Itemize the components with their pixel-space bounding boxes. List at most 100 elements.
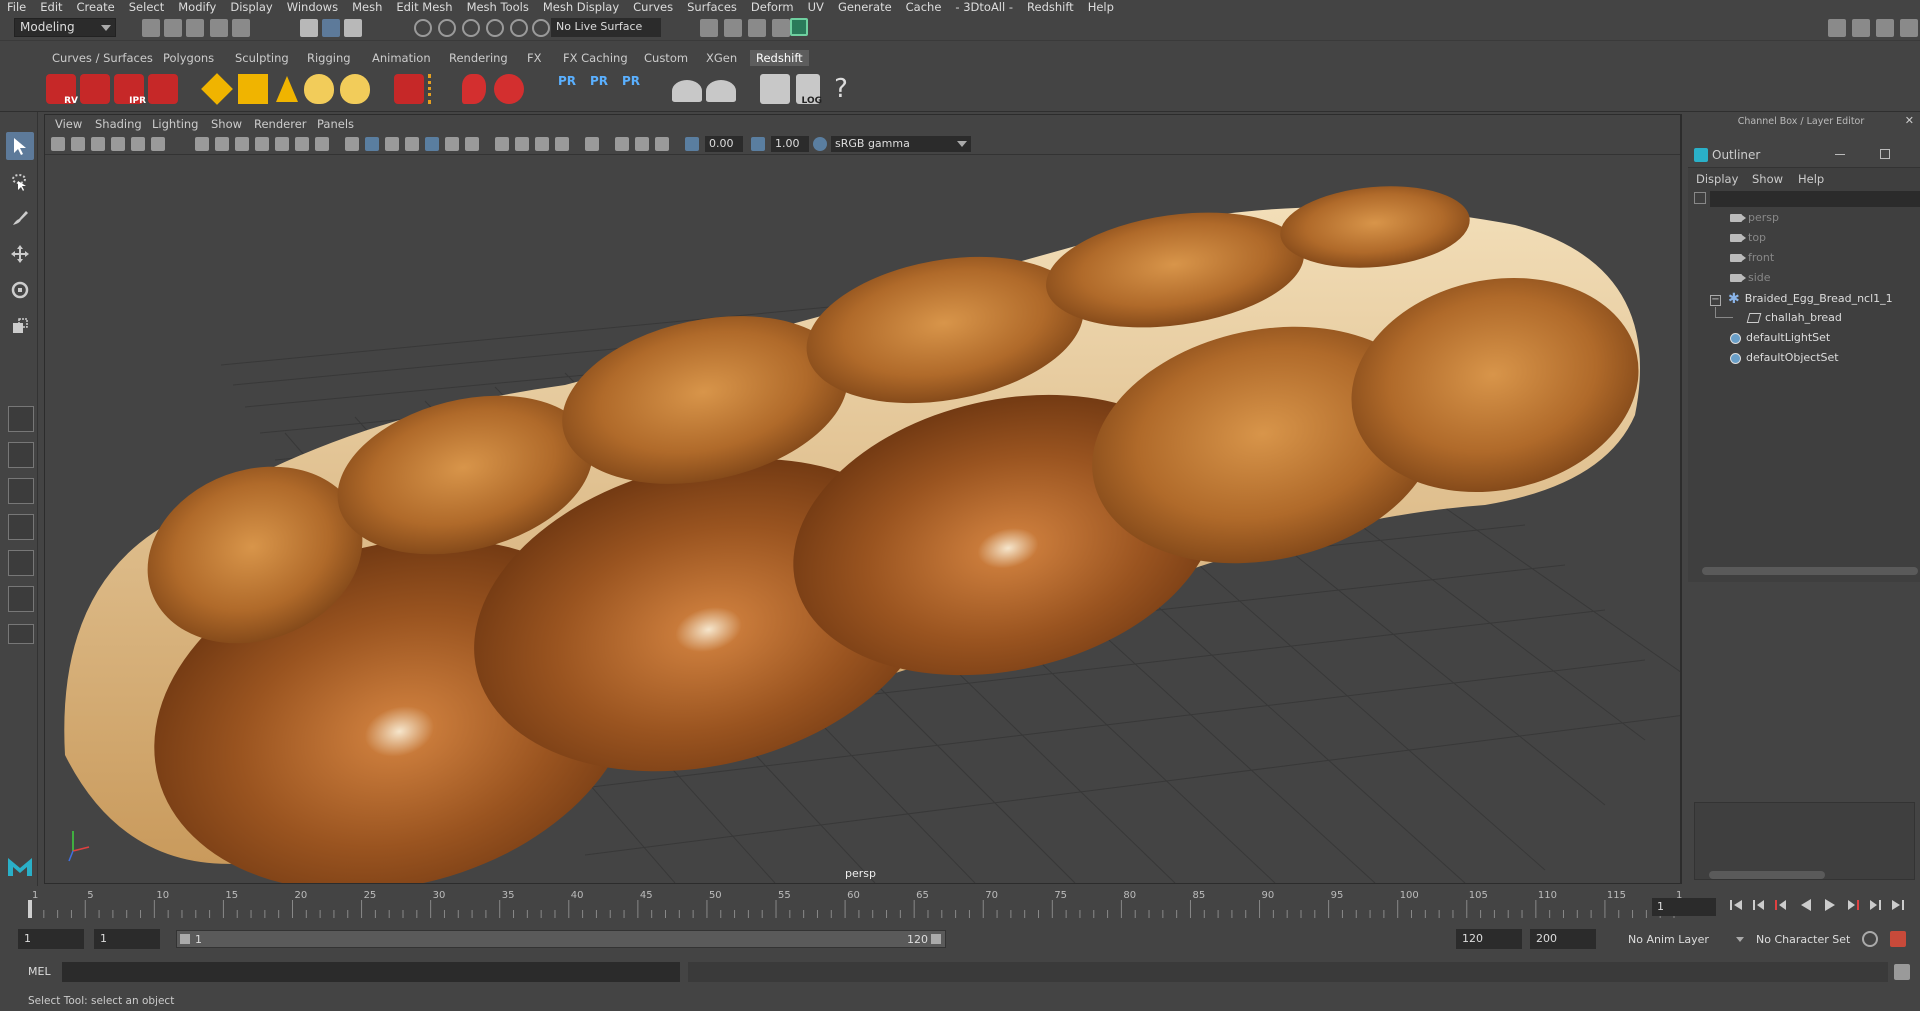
render-settings-icon[interactable] <box>772 19 790 37</box>
rs-proxy-button[interactable] <box>394 74 424 104</box>
render-frame-icon[interactable] <box>700 19 718 37</box>
rs-pr-swap-button[interactable]: PR <box>616 74 646 104</box>
screen-space-ao-icon[interactable] <box>495 137 509 151</box>
viewport-menu-renderer[interactable]: Renderer <box>254 117 307 131</box>
rs-ipr-button[interactable]: IPR <box>114 74 146 106</box>
rs-light-button[interactable] <box>201 73 233 105</box>
animation-end-field[interactable]: 200 <box>1530 929 1596 949</box>
textured-icon[interactable] <box>425 137 439 151</box>
menu-select[interactable]: Select <box>122 0 171 14</box>
rs-area-light-button[interactable] <box>238 74 268 104</box>
toggle-channel-box-icon[interactable] <box>1900 19 1918 37</box>
range-slider-bar[interactable]: 1 120 <box>176 930 946 948</box>
tab-animation[interactable]: Animation <box>366 50 437 66</box>
animation-preferences-icon[interactable] <box>1890 931 1906 947</box>
exposure-field[interactable]: 0.00 <box>705 136 743 152</box>
anim-layer-dropdown[interactable]: No Anim Layer <box>1628 933 1709 946</box>
rs-bake-set-button[interactable] <box>706 80 736 102</box>
go-to-end-icon[interactable] <box>1890 896 1906 914</box>
minimize-icon[interactable] <box>1835 154 1845 155</box>
wireframe-on-shaded-icon[interactable] <box>405 137 419 151</box>
outliner-menu-help[interactable]: Help <box>1798 172 1824 186</box>
gate-mask-icon[interactable] <box>255 137 269 151</box>
bookmarks-icon[interactable] <box>91 137 105 151</box>
single-perspective-layout-button[interactable] <box>8 406 34 432</box>
hypershade-icon[interactable] <box>790 18 808 36</box>
menu-mesh-display[interactable]: Mesh Display <box>536 0 626 14</box>
custom-layout-button[interactable] <box>8 586 34 612</box>
tab-rigging[interactable]: Rigging <box>301 50 357 66</box>
resolution-gate-icon[interactable] <box>235 137 249 151</box>
menu-cache[interactable]: Cache <box>899 0 949 14</box>
step-back-key-icon[interactable] <box>1772 896 1788 914</box>
outliner-menu-show[interactable]: Show <box>1752 172 1783 186</box>
play-backwards-icon[interactable] <box>1798 896 1814 914</box>
menu-uv[interactable]: UV <box>801 0 831 14</box>
command-input[interactable] <box>62 962 680 982</box>
snap-curve-icon[interactable] <box>438 19 456 37</box>
rs-dome-light-button[interactable] <box>304 74 334 104</box>
rs-script-editor-button[interactable] <box>760 74 790 104</box>
tab-curves-surfaces[interactable]: Curves / Surfaces <box>46 50 159 66</box>
rs-render-settings-button[interactable] <box>148 74 178 104</box>
close-icon[interactable]: ✕ <box>1905 114 1914 127</box>
snap-point-icon[interactable] <box>462 19 480 37</box>
command-language-button[interactable]: MEL <box>28 965 51 978</box>
save-icon[interactable] <box>186 19 204 37</box>
tab-sculpting[interactable]: Sculpting <box>229 50 295 66</box>
viewport-menu-shading[interactable]: Shading <box>95 117 142 131</box>
current-frame-field[interactable]: 1 <box>1652 898 1716 916</box>
grease-pencil-icon[interactable] <box>151 137 165 151</box>
lasso-tool-button[interactable] <box>6 168 34 196</box>
safe-action-icon[interactable] <box>295 137 309 151</box>
menu-edit[interactable]: Edit <box>33 0 69 14</box>
tab-fx[interactable]: FX <box>521 50 548 66</box>
menu-set-dropdown[interactable]: Modeling <box>14 18 116 37</box>
playback-start-field[interactable]: 1 <box>94 929 160 949</box>
rs-render-view-button[interactable]: RV <box>46 74 78 106</box>
use-all-lights-icon[interactable] <box>445 137 459 151</box>
select-tool-button[interactable] <box>6 132 34 160</box>
perspective-viewport[interactable]: View Shading Lighting Show Renderer Pane… <box>44 114 1681 884</box>
menu-surfaces[interactable]: Surfaces <box>680 0 744 14</box>
move-tool-button[interactable] <box>6 240 34 268</box>
menu-file[interactable]: File <box>0 0 33 14</box>
isolate-select-icon[interactable] <box>585 137 599 151</box>
persp-graph-layout-button[interactable] <box>8 514 34 540</box>
outliner-item-bread-group[interactable]: ✱ Braided_Egg_Bread_ncl1_1 <box>1728 291 1893 309</box>
collapse-icon[interactable]: − <box>1710 295 1721 306</box>
rs-render-button[interactable] <box>80 74 110 104</box>
render-view-icon[interactable] <box>724 19 742 37</box>
select-camera-icon[interactable] <box>51 137 65 151</box>
menu-modify[interactable]: Modify <box>171 0 223 14</box>
range-end-handle[interactable] <box>931 934 941 944</box>
xray-active-icon[interactable] <box>635 137 649 151</box>
character-set-dropdown[interactable]: No Character Set <box>1756 933 1850 946</box>
maximize-icon[interactable] <box>1880 149 1890 159</box>
rs-volume-button[interactable] <box>428 74 458 104</box>
rs-pr-export-button[interactable]: PR <box>584 74 614 104</box>
rs-hair-button[interactable] <box>462 74 486 104</box>
scale-tool-button[interactable] <box>6 312 34 340</box>
time-slider[interactable]: 1 5 10 15 20 25 30 35 40 45 50 55 60 65 70 75 80 85 90 95 10… <box>22 886 1682 920</box>
wireframe-icon[interactable] <box>345 137 359 151</box>
tab-redshift[interactable]: Redshift <box>750 50 809 66</box>
toggle-panel-icon[interactable] <box>1852 19 1870 37</box>
rs-log-button[interactable]: LOG <box>796 74 822 106</box>
viewport-menu-view[interactable]: View <box>55 117 82 131</box>
menu-deform[interactable]: Deform <box>744 0 801 14</box>
undo-icon[interactable] <box>210 19 228 37</box>
menu-help[interactable]: Help <box>1081 0 1121 14</box>
menu-create[interactable]: Create <box>70 0 122 14</box>
default-material-icon[interactable] <box>385 137 399 151</box>
motion-blur-icon[interactable] <box>515 137 529 151</box>
two-d-pan-icon[interactable] <box>131 137 145 151</box>
range-start-handle[interactable] <box>180 934 190 944</box>
four-view-layout-button[interactable] <box>8 442 34 468</box>
current-time-indicator[interactable] <box>28 900 32 918</box>
shadows-icon[interactable] <box>465 137 479 151</box>
paint-select-tool-button[interactable] <box>6 204 34 232</box>
workspace-icon[interactable] <box>1828 19 1846 37</box>
color-management-icon[interactable] <box>813 137 827 151</box>
rotate-tool-button[interactable] <box>6 276 34 304</box>
